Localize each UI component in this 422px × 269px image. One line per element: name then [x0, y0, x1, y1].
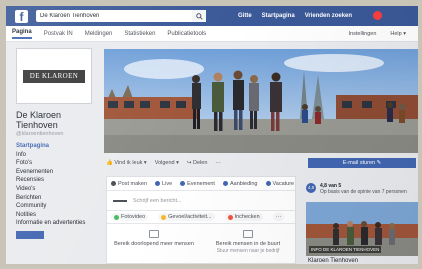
option-label: Inchecken: [234, 214, 260, 220]
nav-item-events[interactable]: Evenementen: [16, 168, 100, 177]
settings-link[interactable]: Instellingen: [349, 31, 377, 37]
search-input[interactable]: De Klaroen Tienhoven: [36, 13, 192, 19]
tab-offer[interactable]: Aanbieding: [222, 180, 258, 187]
page-handle[interactable]: @klaroentienhoven: [16, 131, 100, 137]
nav-item-posts[interactable]: Berichten: [16, 194, 100, 203]
smiley-icon: [161, 214, 167, 220]
find-friends-link[interactable]: Vrienden zoeken: [305, 13, 352, 19]
offer-icon: [222, 181, 228, 186]
map-pin-icon: [243, 230, 253, 238]
tabs-right: Instellingen Help ▾: [349, 31, 406, 37]
megaphone-icon: [149, 230, 159, 238]
video-title[interactable]: Klaroen Tienhoven: [308, 258, 358, 264]
profile-link[interactable]: Gitte: [238, 13, 252, 19]
top-links: Gitte Startpagina Vrienden zoeken: [238, 13, 352, 19]
monitor-screen: f De Klaroen Tienhoven Gitte Startpagina…: [6, 6, 418, 264]
home-link[interactable]: Startpagina: [262, 13, 295, 19]
search-icon: [195, 12, 203, 20]
nav-item-info-ads[interactable]: Informatie en advertenties: [16, 219, 100, 228]
tab-label: Evenement: [187, 180, 215, 187]
search-box[interactable]: De Klaroen Tienhoven: [36, 10, 206, 22]
tab-inbox[interactable]: Postvak IN: [44, 31, 73, 37]
tab-create-post[interactable]: Post maken: [111, 181, 147, 187]
notification-badge[interactable]: [373, 11, 382, 20]
post-composer: Post maken Live Evenement Aanbieding Vac…: [106, 176, 296, 264]
nav-item-community[interactable]: Community: [16, 202, 100, 211]
rating-summary[interactable]: 4,8 4,8 van 5 Op basis van de opinie van…: [306, 183, 416, 195]
left-nav: Startpagina Info Foto's Evenementen Rece…: [16, 142, 100, 228]
video-card[interactable]: INFO DE KLAROEN TIENHOVEN: [306, 202, 418, 256]
page-tabs: Pagina Postvak IN Meldingen Statistieken…: [6, 26, 418, 42]
tab-page[interactable]: Pagina: [12, 29, 32, 39]
composer-placeholder: Schrijf een bericht...: [133, 197, 182, 204]
page-avatar: [113, 199, 127, 202]
local-reach-subtitle: Stuur mensen naar je bedrijf: [216, 247, 280, 254]
boost-reach-title: Bereik doorlopend meer mensen: [114, 241, 194, 247]
liked-button[interactable]: 👍 Vind ik leuk ▾: [106, 160, 147, 166]
tab-label: Post maken: [118, 180, 148, 187]
calendar-icon: [180, 181, 186, 186]
following-button[interactable]: Volgend ▾: [155, 160, 179, 166]
option-label: Gevoel/activiteit...: [168, 214, 212, 220]
option-label: Fotovideo: [121, 214, 146, 220]
nav-item-videos[interactable]: Video's: [16, 185, 100, 194]
share-button[interactable]: ↪ Delen: [187, 160, 208, 166]
cover-photo-image: [104, 49, 418, 153]
composer-tabs: Post maken Live Evenement Aanbieding Vac…: [107, 177, 295, 191]
photo-video-option[interactable]: Fotovideo: [111, 213, 149, 221]
promote-button[interactable]: [16, 230, 44, 239]
tab-label: Aanbieding: [229, 180, 258, 187]
help-link[interactable]: Help ▾: [390, 31, 406, 37]
nav-item-info[interactable]: Info: [16, 151, 100, 160]
pencil-icon: [111, 181, 116, 186]
live-icon: [155, 181, 161, 186]
nav-item-photos[interactable]: Foto's: [16, 159, 100, 168]
tab-event[interactable]: Evenement: [180, 181, 215, 187]
photo-icon: [114, 214, 119, 220]
send-email-button[interactable]: E-mail sturen ✎: [308, 158, 416, 168]
tab-notifications[interactable]: Meldingen: [85, 31, 113, 37]
page-actions: 👍 Vind ik leuk ▾ Volgend ▾ ↪ Delen ··· E…: [106, 158, 418, 168]
school-logo: DE KLAROEN: [23, 69, 85, 83]
briefcase-icon: [265, 181, 271, 186]
location-icon: [227, 214, 233, 220]
rating-text: 4,8 van 5 Op basis van de opinie van 7 p…: [320, 183, 407, 195]
facebook-logo-icon[interactable]: f: [15, 9, 28, 24]
page-title: De Klaroen Tienhoven: [16, 110, 62, 130]
tab-job[interactable]: Vacature: [265, 180, 295, 187]
profile-picture[interactable]: DE KLAROEN: [16, 48, 92, 104]
more-options-button[interactable]: ···: [272, 213, 285, 221]
video-overlay-label: INFO DE KLAROEN TIENHOVEN: [309, 246, 382, 253]
feeling-option[interactable]: Gevoel/activiteit...: [158, 213, 215, 221]
nav-item-home[interactable]: Startpagina: [16, 142, 100, 151]
composer-options: Fotovideo Gevoel/activiteit... Inchecken…: [107, 211, 295, 224]
top-bar: f De Klaroen Tienhoven Gitte Startpagina…: [6, 6, 418, 26]
tab-label: Vacature: [272, 180, 295, 187]
nav-item-notes[interactable]: Notities: [16, 211, 100, 220]
rating-description: Op basis van de opinie van 7 personen: [320, 189, 407, 195]
rating-badge: 4,8: [306, 183, 316, 193]
boost-reach-card[interactable]: Bereik doorlopend meer mensen: [107, 224, 201, 264]
nav-item-reviews[interactable]: Recensies: [16, 176, 100, 185]
tab-publishing-tools[interactable]: Publicatietools: [167, 31, 206, 37]
search-button[interactable]: [192, 10, 206, 22]
tab-insights[interactable]: Statistieken: [124, 31, 155, 37]
tab-label: Live: [162, 180, 173, 187]
composer-promotions: Bereik doorlopend meer mensen Bereik men…: [107, 224, 295, 264]
more-button[interactable]: ···: [215, 160, 221, 166]
tab-live[interactable]: Live: [155, 181, 172, 187]
cover-photo[interactable]: [104, 49, 418, 153]
checkin-option[interactable]: Inchecken: [224, 213, 263, 221]
left-column: DE KLAROEN De Klaroen Tienhoven @klaroen…: [16, 48, 100, 239]
composer-input[interactable]: Schrijf een bericht...: [107, 191, 295, 211]
local-reach-card[interactable]: Bereik mensen in de buurt Stuur mensen n…: [201, 224, 295, 264]
